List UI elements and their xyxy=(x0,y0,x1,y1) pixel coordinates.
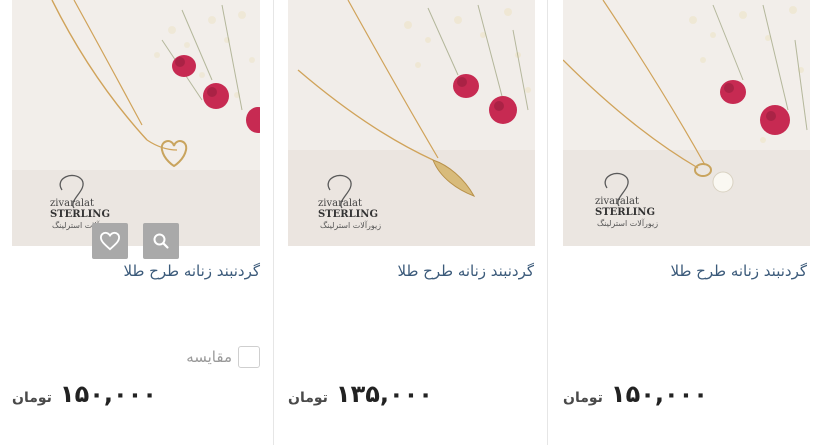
search-icon xyxy=(153,233,169,249)
compare-checkbox[interactable] xyxy=(238,346,260,368)
product-card[interactable]: zivaralat STERLING زیورآلات استرلینگ گرد… xyxy=(548,0,815,445)
svg-text:STERLING: STERLING xyxy=(50,209,110,220)
compare-label: مقایسه xyxy=(186,348,232,366)
product-title[interactable]: گردنبند زنانه طرح طلا xyxy=(671,262,808,280)
svg-text:STERLING: STERLING xyxy=(318,209,378,220)
price-amount: ۱۳۵,۰۰۰ xyxy=(335,380,433,408)
product-image[interactable]: zivaralat STERLING زیورآلات استرلینگ xyxy=(563,0,810,246)
svg-text:زیورآلات استرلینگ: زیورآلات استرلینگ xyxy=(597,218,658,228)
wishlist-button[interactable] xyxy=(92,223,128,259)
product-price: تومان ۱۳۵,۰۰۰ xyxy=(288,380,433,408)
quick-view-button[interactable] xyxy=(143,223,179,259)
price-amount: ۱۵۰,۰۰۰ xyxy=(610,380,708,408)
price-amount: ۱۵۰,۰۰۰ xyxy=(59,380,157,408)
product-image[interactable]: zivaralat STERLING زیورآلات استرلینگ xyxy=(12,0,260,246)
product-image[interactable]: zivaralat STERLING زیورآلات استرلینگ xyxy=(288,0,535,246)
price-currency: تومان xyxy=(288,390,328,406)
svg-text:STERLING: STERLING xyxy=(595,207,655,218)
product-card[interactable]: zivaralat STERLING زیورآلات استرلینگ گرد… xyxy=(274,0,546,445)
product-title[interactable]: گردنبند زنانه طرح طلا xyxy=(124,262,261,280)
product-title[interactable]: گردنبند زنانه طرح طلا xyxy=(398,262,535,280)
necklace-photo: zivaralat STERLING زیورآلات استرلینگ xyxy=(563,0,810,246)
necklace-photo: zivaralat STERLING زیورآلات استرلینگ xyxy=(288,0,535,246)
svg-text:زیورآلات استرلینگ: زیورآلات استرلینگ xyxy=(320,220,381,230)
price-currency: تومان xyxy=(12,390,52,406)
product-card[interactable]: zivaralat STERLING زیورآلات استرلینگ گرد… xyxy=(0,0,272,445)
necklace-photo: zivaralat STERLING زیورآلات استرلینگ xyxy=(12,0,260,246)
compare-toggle[interactable]: مقایسه xyxy=(186,346,260,368)
svg-text:zivaralat: zivaralat xyxy=(50,198,94,209)
product-price: تومان ۱۵۰,۰۰۰ xyxy=(563,380,708,408)
heart-icon xyxy=(99,231,121,251)
product-price: تومان ۱۵۰,۰۰۰ xyxy=(12,380,157,408)
svg-text:zivaralat: zivaralat xyxy=(318,198,362,209)
svg-text:zivaralat: zivaralat xyxy=(595,196,639,207)
price-currency: تومان xyxy=(563,390,603,406)
